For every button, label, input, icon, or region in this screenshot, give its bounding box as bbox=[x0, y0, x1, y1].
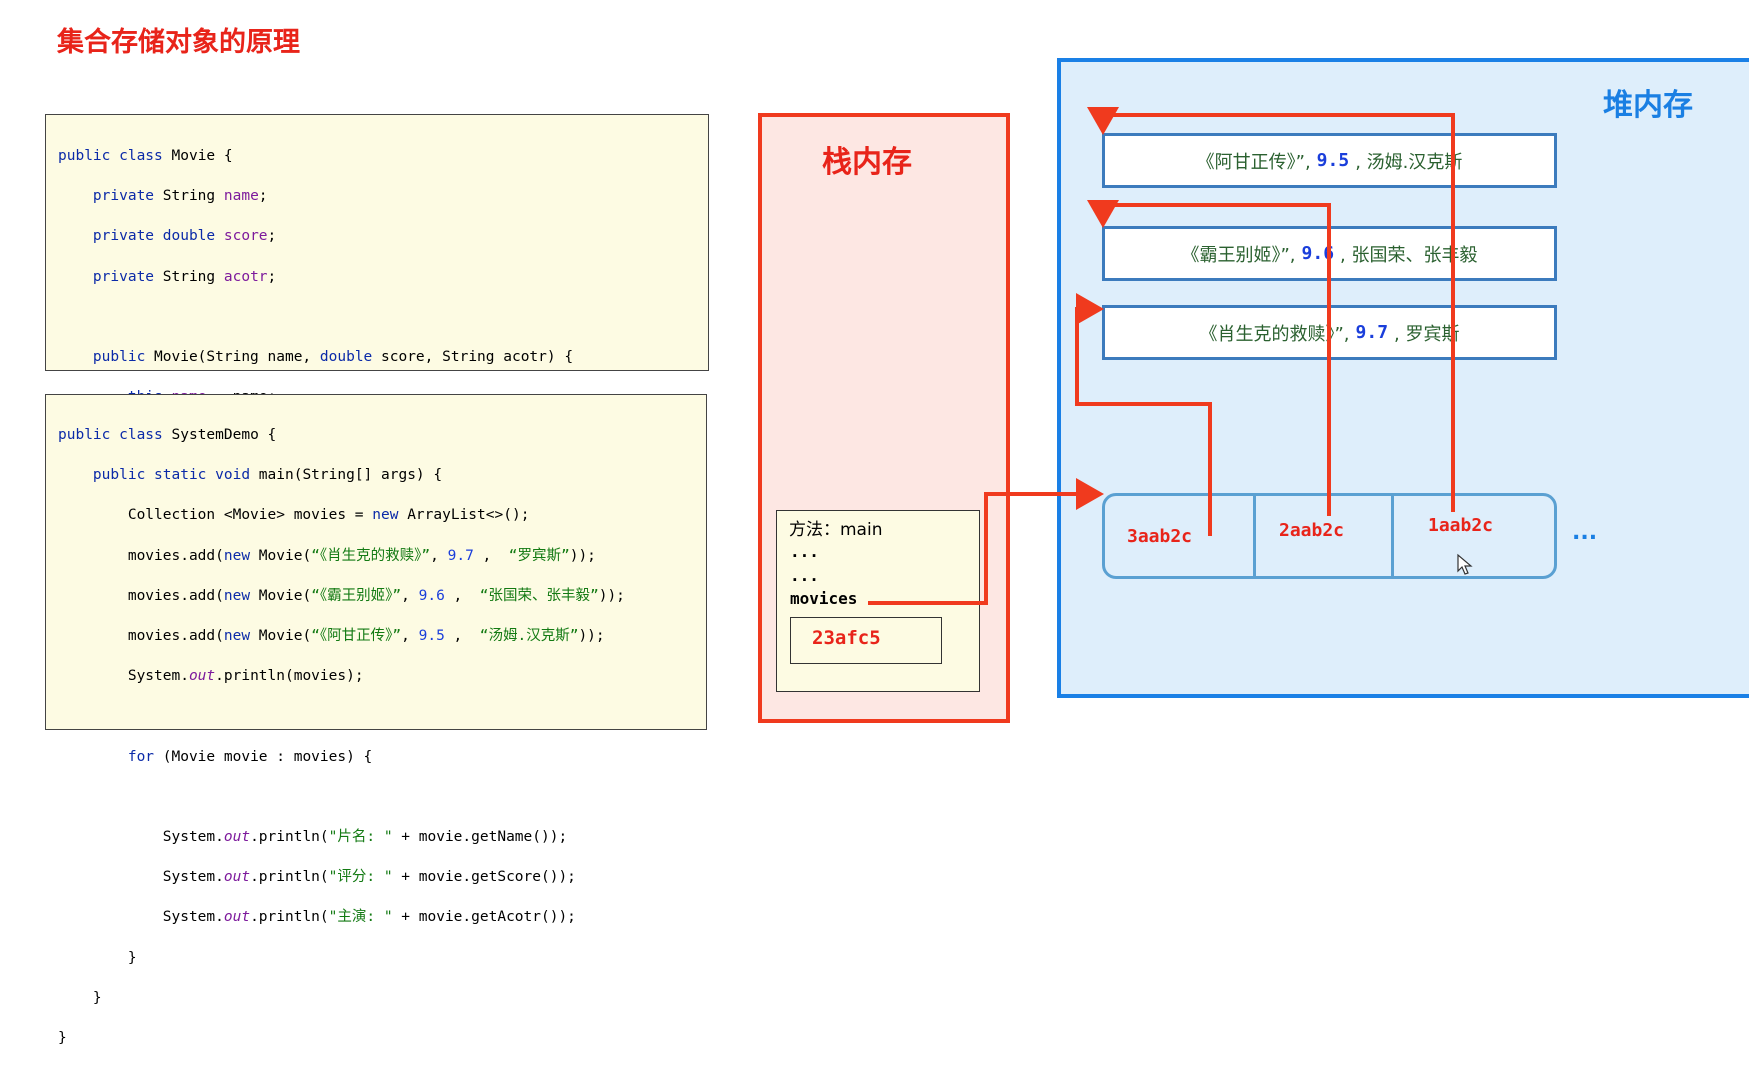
code-line: } bbox=[58, 949, 137, 966]
code-line: System.out.println("评分: " + movie.getSco… bbox=[58, 869, 576, 886]
arrow-cell3-to-forrest bbox=[1087, 107, 1455, 512]
mouse-cursor-icon bbox=[1457, 553, 1473, 575]
code-line: for (Movie movie : movies) { bbox=[127, 748, 373, 765]
arrow-cell1-to-shawshank bbox=[1075, 293, 1212, 536]
code-line: } bbox=[58, 1029, 67, 1046]
code-line: System.out.println("片名: " + movie.getNam… bbox=[58, 828, 568, 845]
arrow-stack-to-list bbox=[868, 478, 1104, 605]
reference-arrows bbox=[868, 107, 1455, 605]
arrow-cell2-to-farewell bbox=[1087, 200, 1331, 516]
code-line: } bbox=[58, 989, 102, 1006]
code-line: System.out.println("主演: " + movie.getAco… bbox=[58, 909, 576, 926]
